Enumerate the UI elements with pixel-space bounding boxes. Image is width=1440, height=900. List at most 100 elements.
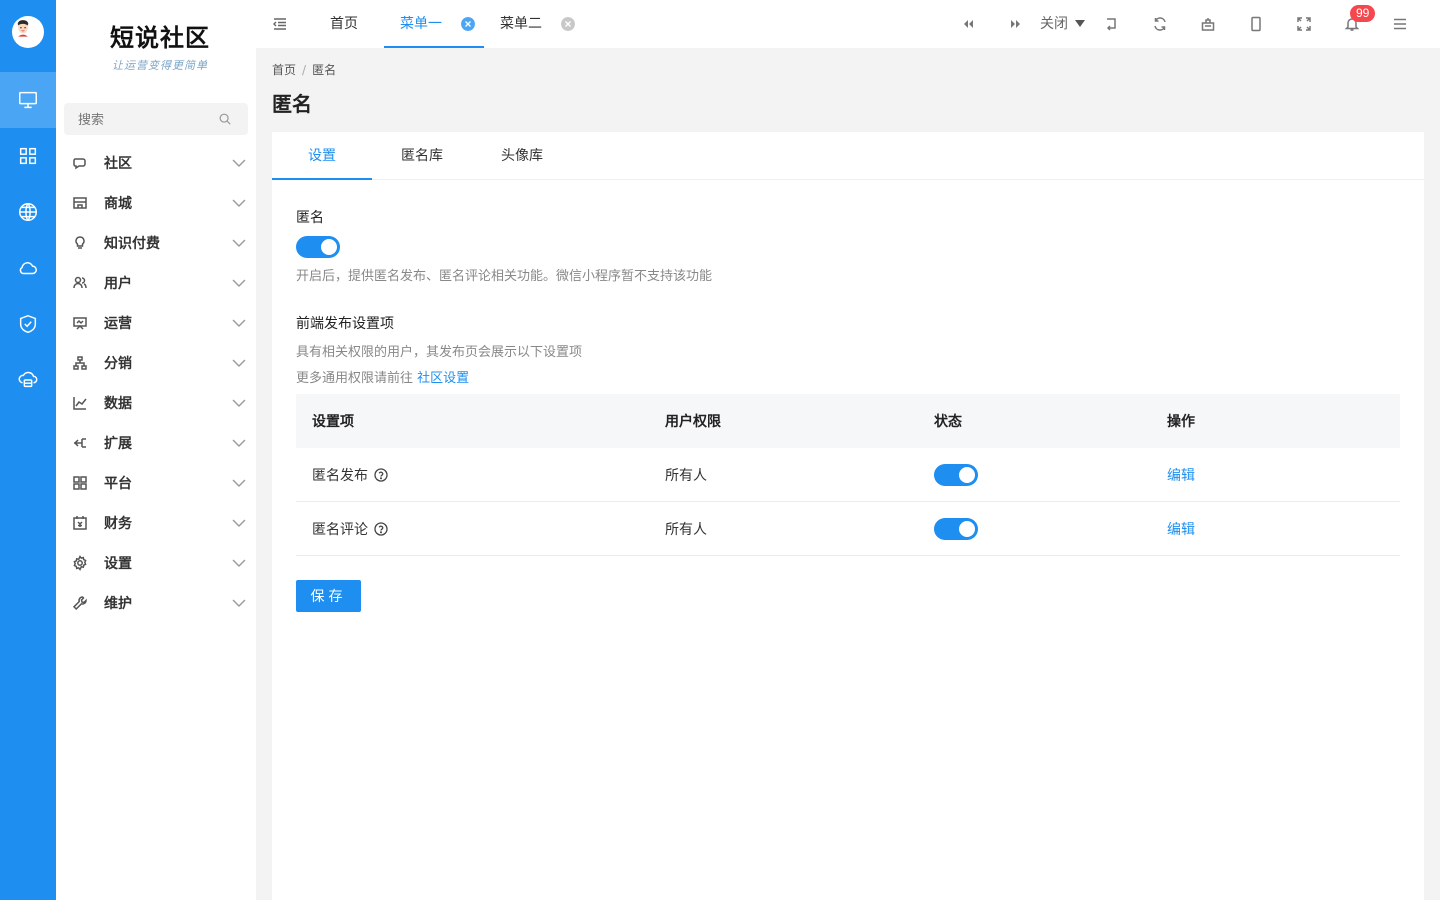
network-icon [73,356,87,370]
rail-cloud[interactable] [0,240,56,296]
sidebar-item-knowledge[interactable]: 知识付费 [56,223,256,263]
extend-icon [73,438,86,448]
chevron-down-icon [232,159,246,167]
rail-apps[interactable] [0,128,56,184]
refresh-icon[interactable] [1152,16,1168,32]
table-header: 设置项 用户权限 状态 操作 [296,394,1400,448]
line-chart-icon [73,397,87,410]
sidebar-item-label: 用户 [104,276,132,292]
settings-table: 设置项 用户权限 状态 操作 匿名发布 所有人 编辑 匿名评论 所有人 编辑 [296,394,1400,556]
community-settings-link[interactable]: 社区设置 [417,371,469,386]
anonymous-label: 匿名 [296,210,324,226]
gear-icon [73,555,87,571]
sidebar: 短说社区 让运营变得更简单 社区 商城 知识付费 用户 运营 [56,0,256,900]
chevron-down-icon [232,319,246,327]
sidebar-item-community[interactable]: 社区 [56,143,256,183]
sidebar-item-platform[interactable]: 平台 [56,463,256,503]
chevron-down-icon [232,559,246,567]
store-icon [73,197,87,209]
breadcrumb-current: 匿名 [312,63,337,77]
close-tabs-dropdown[interactable]: 关闭 [1040,0,1068,48]
breadcrumb-home[interactable]: 首页 [272,63,296,77]
sidebar-item-label: 数据 [104,396,132,412]
edit-link[interactable]: 编辑 [1167,468,1195,484]
frontend-help-1: 具有相关权限的用户，其发布页会展示以下设置项 [296,345,583,360]
question-circle-icon[interactable] [374,521,388,536]
rail-shield[interactable] [0,296,56,352]
sidebar-item-distribution[interactable]: 分销 [56,343,256,383]
sidebar-item-operations[interactable]: 运营 [56,303,256,343]
sidebar-item-data[interactable]: 数据 [56,383,256,423]
table-row: 匿名发布 所有人 编辑 [296,448,1400,502]
sidebar-item-maintenance[interactable]: 维护 [56,583,256,623]
sidebar-item-label: 知识付费 [104,236,160,252]
rail-cloud-server[interactable] [0,352,56,408]
page-title: 匿名 [272,92,312,116]
tab-close-icon[interactable] [461,17,475,31]
collapse-menu-icon[interactable] [272,16,288,32]
tab-settings[interactable]: 设置 [272,132,372,180]
tab-avatar-library[interactable]: 头像库 [472,132,572,180]
tab-label: 菜单一 [400,16,442,32]
frontend-help-2-text: 更多通用权限请前往 [296,371,418,386]
question-circle-icon[interactable] [374,467,388,482]
calendar-icon [73,516,87,530]
fullscreen-icon[interactable] [1296,16,1312,32]
row-status-cell [934,448,1167,502]
clear-cache-icon[interactable] [1200,16,1216,32]
anonymous-post-toggle[interactable] [934,463,978,486]
chevron-down-icon [232,479,246,487]
sidebar-item-label: 社区 [104,156,132,172]
rail-globe[interactable] [0,184,56,240]
scroll-right-icon[interactable] [1008,16,1024,32]
rail-monitor[interactable] [0,72,56,128]
logo-subtitle: 让运营变得更简单 [112,59,208,72]
sidebar-item-users[interactable]: 用户 [56,263,256,303]
row-permission: 所有人 [665,467,707,484]
wrench-icon [72,596,87,611]
sidebar-item-extend[interactable]: 扩展 [56,423,256,463]
sidebar-item-label: 设置 [104,556,132,572]
content-tabs: 设置 匿名库 头像库 [272,132,1424,180]
more-menu-icon[interactable] [1392,16,1408,32]
save-button[interactable]: 保存 [296,580,361,612]
breadcrumb: 首页 / 匿名 [272,61,336,78]
cloud-server-icon [18,371,38,388]
topbar: 首页 菜单一 菜单二 关闭 99 [256,0,1440,48]
scroll-left-icon[interactable] [960,16,976,32]
sidebar-item-label: 扩展 [104,436,132,452]
cloud-icon [19,262,37,275]
edit-link[interactable]: 编辑 [1167,522,1195,538]
app-rail [0,0,56,900]
chevron-down-icon [232,399,246,407]
row-action-cell: 编辑 [1167,519,1400,539]
chevron-down-icon [232,199,246,207]
sidebar-item-settings[interactable]: 设置 [56,543,256,583]
header-item: 设置项 [312,414,354,430]
anonymous-toggle[interactable] [296,236,340,258]
sidebar-item-label: 运营 [104,316,132,332]
chevron-down-icon [232,439,246,447]
frontend-settings-label: 前端发布设置项 [296,316,394,332]
chevron-down-icon [232,239,246,247]
sidebar-item-label: 财务 [104,516,132,532]
sidebar-menu: 社区 商城 知识付费 用户 运营 分销 数据 扩展 平台 财务 设置 维护 [56,143,256,623]
tab-anonymous-library[interactable]: 匿名库 [372,132,472,180]
chevron-down-icon [232,279,246,287]
avatar[interactable] [12,16,44,48]
row-action-cell: 编辑 [1167,465,1400,485]
mobile-icon[interactable] [1248,16,1264,32]
sidebar-item-label: 平台 [104,476,132,492]
tab-menu-two[interactable]: 菜单二 [500,0,542,48]
monitor-icon [19,91,37,109]
sidebar-item-label: 商城 [104,196,132,212]
tab-home[interactable]: 首页 [330,0,358,48]
anonymous-help: 开启后，提供匿名发布、匿名评论相关功能。微信小程序暂不支持该功能 [296,269,713,284]
back-icon[interactable] [1104,16,1120,32]
sidebar-item-store[interactable]: 商城 [56,183,256,223]
breadcrumb-separator: / [302,63,307,77]
chevron-down-icon [232,519,246,527]
tab-close-icon[interactable] [561,17,575,31]
sidebar-item-finance[interactable]: 财务 [56,503,256,543]
anonymous-comment-toggle[interactable] [934,517,978,540]
